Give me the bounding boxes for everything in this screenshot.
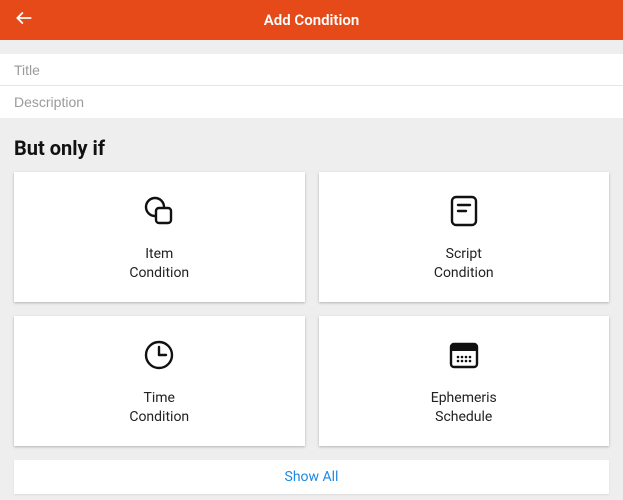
- item-condition-icon: [141, 191, 177, 231]
- time-condition-card[interactable]: Time Condition: [14, 316, 305, 446]
- show-all-label: Show All: [285, 469, 339, 485]
- section-heading: But only if: [0, 118, 623, 172]
- header-spacer: [0, 40, 623, 54]
- script-condition-card[interactable]: Script Condition: [319, 172, 610, 302]
- title-input[interactable]: [14, 62, 609, 78]
- time-condition-label: Time Condition: [129, 389, 189, 427]
- page-title: Add Condition: [0, 11, 623, 29]
- description-input[interactable]: [14, 94, 609, 110]
- show-all-button[interactable]: Show All: [14, 460, 609, 494]
- ephemeris-schedule-label: Ephemeris Schedule: [431, 389, 497, 427]
- description-input-row[interactable]: [0, 86, 623, 118]
- script-condition-label: Script Condition: [434, 245, 494, 283]
- script-condition-icon: [448, 191, 480, 231]
- condition-card-grid: Item Condition Script Condition Time Con…: [0, 172, 623, 446]
- item-condition-card[interactable]: Item Condition: [14, 172, 305, 302]
- back-button[interactable]: [14, 0, 34, 40]
- calendar-icon: [447, 335, 481, 375]
- title-input-row[interactable]: [0, 54, 623, 86]
- app-header: Add Condition: [0, 0, 623, 40]
- item-condition-label: Item Condition: [129, 245, 189, 283]
- ephemeris-schedule-card[interactable]: Ephemeris Schedule: [319, 316, 610, 446]
- clock-icon: [142, 335, 176, 375]
- back-arrow-icon: [14, 8, 34, 32]
